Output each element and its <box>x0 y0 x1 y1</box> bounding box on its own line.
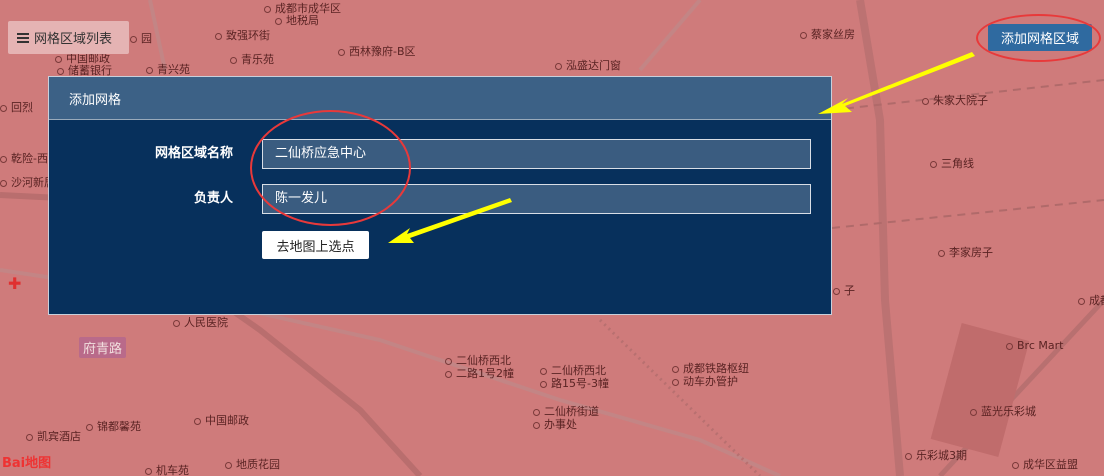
baidu-logo: Bai地图 <box>2 452 51 471</box>
annotation-arrows <box>388 52 975 243</box>
arrow-to-dialog-icon <box>818 52 975 114</box>
baidu-logo-text: Bai地图 <box>2 456 52 471</box>
arrow-to-pick-button-icon <box>388 198 512 243</box>
